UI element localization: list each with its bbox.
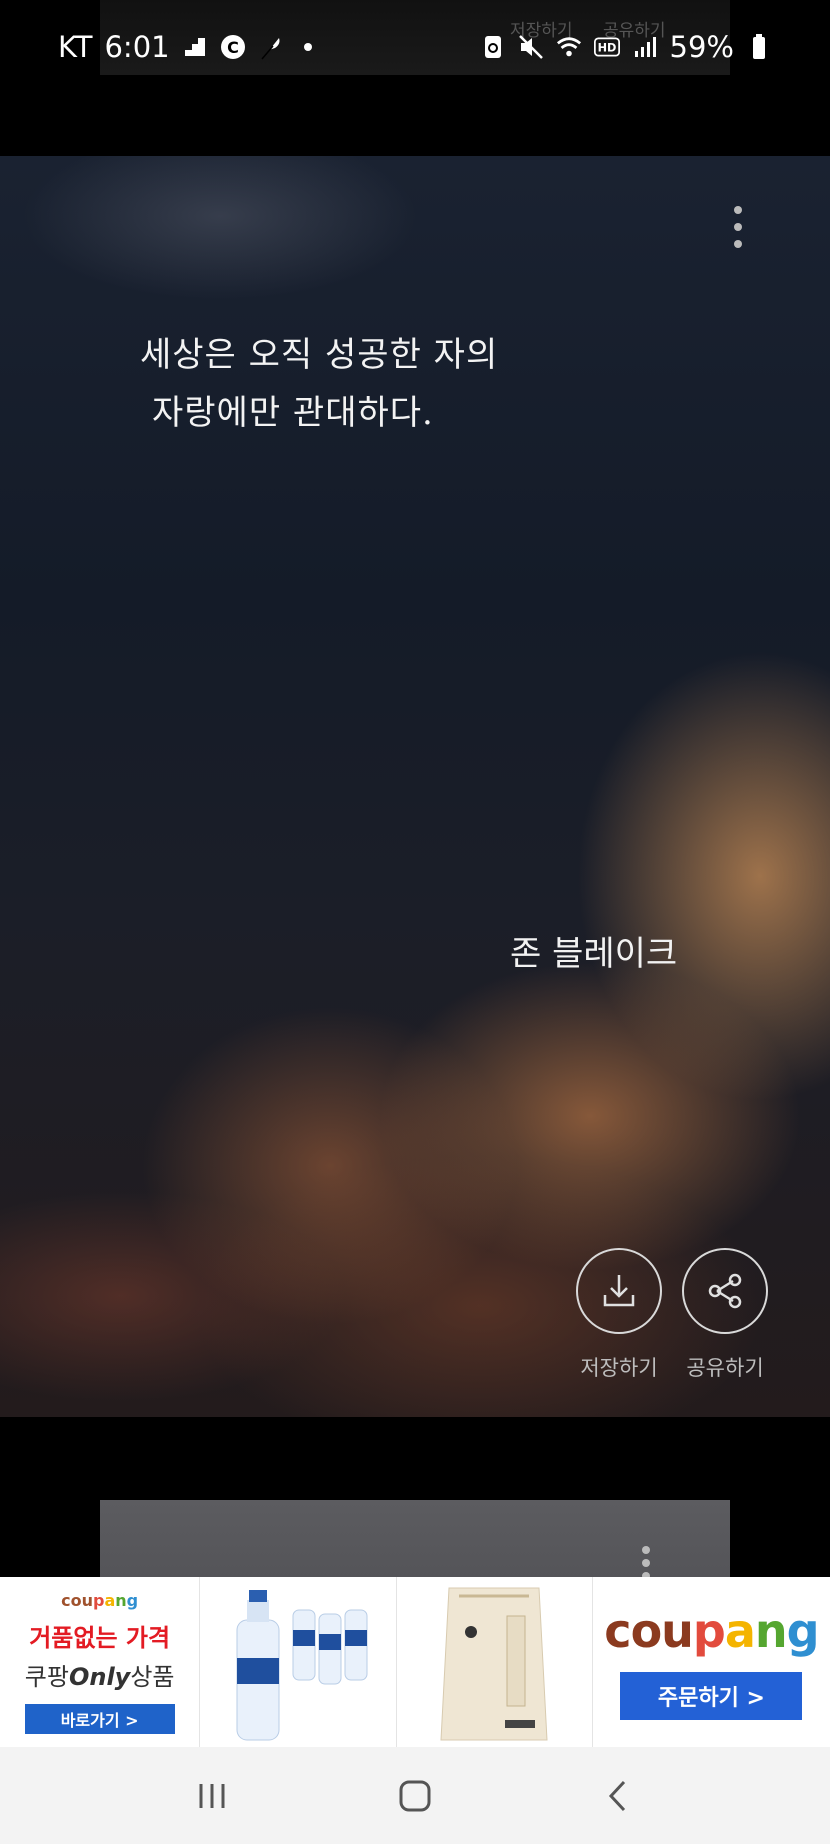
c-circle-icon: C: [220, 34, 246, 60]
carrier-label: KT: [58, 30, 93, 64]
share-icon[interactable]: [682, 1248, 768, 1334]
battery-percent: 59%: [669, 30, 734, 64]
download-icon[interactable]: [576, 1248, 662, 1334]
ad-headline: 거품없는 가격: [29, 1623, 171, 1652]
share-button[interactable]: 공유하기: [670, 1248, 780, 1382]
quote-text: 세상은 오직 성공한 자의 자랑에만 관대하다.: [140, 326, 700, 442]
svg-text:C: C: [227, 38, 239, 57]
signal-icon: [632, 34, 658, 60]
quote-line-1: 세상은 오직 성공한 자의: [140, 335, 499, 375]
recent-apps-icon[interactable]: [182, 1766, 242, 1826]
time-label: 6:01: [104, 30, 170, 64]
next-more-options-icon[interactable]: [640, 1546, 652, 1580]
order-now-button[interactable]: 주문하기 >: [620, 1672, 803, 1720]
status-bar: KT 6:01 C HD 59%: [0, 0, 830, 94]
quote-author: 존 블레이크: [510, 934, 678, 974]
ad-promo-cell[interactable]: coupang 거품없는 가격 쿠팡Only상품 바로가기 >: [0, 1577, 201, 1747]
quote-card[interactable]: 세상은 오직 성공한 자의 자랑에만 관대하다. 존 블레이크 저장하기 공유하…: [0, 156, 830, 1417]
home-icon[interactable]: [385, 1766, 445, 1826]
navigation-bar: [0, 1747, 830, 1844]
battery-icon: [746, 34, 772, 60]
feather-icon: [258, 34, 284, 60]
coupang-logo: coupang: [604, 1604, 819, 1658]
go-now-button[interactable]: 바로가기 >: [24, 1703, 175, 1734]
next-quote-card[interactable]: [100, 1500, 730, 1580]
ad-subline: 쿠팡Only상품: [24, 1662, 175, 1691]
ad-product-water[interactable]: [200, 1577, 397, 1747]
ad-cta-cell[interactable]: coupang 주문하기 >: [593, 1577, 830, 1747]
rice-bag-image: [440, 1587, 548, 1740]
back-icon[interactable]: [588, 1766, 648, 1826]
stairs-icon: [182, 34, 208, 60]
water-bottles-image: [236, 1589, 368, 1740]
svg-text:HD: HD: [597, 41, 616, 54]
dot-icon: [303, 43, 312, 51]
ad-product-rice[interactable]: [397, 1577, 593, 1747]
mute-icon: [518, 34, 544, 60]
ad-banner[interactable]: coupang 거품없는 가격 쿠팡Only상품 바로가기 > coupang …: [0, 1577, 830, 1747]
quote-line-2: 자랑에만 관대하다.: [152, 393, 434, 433]
coupang-logo-small: coupang: [61, 1590, 139, 1610]
wifi-icon: [556, 34, 582, 60]
save-button[interactable]: 저장하기: [564, 1248, 674, 1382]
share-label: 공유하기: [686, 1356, 764, 1380]
cloud-sync-icon: [480, 34, 506, 60]
more-options-icon[interactable]: [732, 206, 744, 248]
hd-icon: HD: [593, 34, 620, 60]
save-label: 저장하기: [580, 1356, 658, 1380]
